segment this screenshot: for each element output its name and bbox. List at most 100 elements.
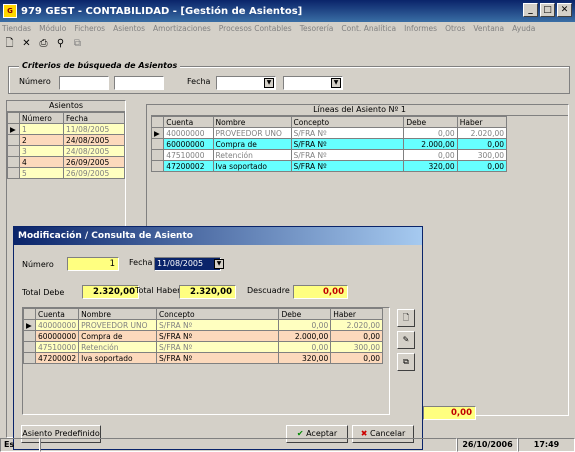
table-row[interactable]: 60000000 Compra de S/FRA Nº 2.000,00 0,00	[23, 330, 383, 342]
column-header-concepto[interactable]: Concepto	[156, 308, 280, 320]
column-header-haber[interactable]: Haber	[330, 308, 383, 320]
total-haber-label: Total Haber	[135, 286, 181, 295]
fecha-to-input[interactable]: ▼	[283, 76, 343, 90]
column-header-debe[interactable]: Debe	[403, 116, 458, 128]
column-header-fecha[interactable]: Fecha	[63, 112, 125, 124]
dialog-grid: Cuenta Nombre Concepto Debe Haber ▶ 40000…	[22, 307, 390, 415]
dialog-numero-input[interactable]: 1	[67, 257, 119, 271]
copy-icon[interactable]: ⧉	[70, 37, 85, 51]
menu-item-6[interactable]: Tesorería	[300, 24, 334, 33]
menu-item-8[interactable]: Informes	[404, 24, 437, 33]
cell-debe: 0,00	[278, 341, 332, 353]
numero-from-input[interactable]	[59, 76, 109, 90]
column-header-debe[interactable]: Debe	[278, 308, 332, 320]
new-document-icon[interactable]: 🗋	[2, 37, 17, 51]
status-time: 17:49	[518, 438, 575, 452]
cell-nombre: Retención	[78, 341, 158, 353]
maximize-button[interactable]: □	[540, 3, 555, 17]
descuadre-label: Descuadre	[247, 286, 290, 295]
column-header-numero[interactable]: Número	[19, 112, 64, 124]
cell-concepto: S/FRA Nº	[290, 138, 405, 150]
table-row[interactable]: 60000000 Compra de S/FRA Nº 2.000,00 0,00	[150, 138, 508, 150]
cell-concepto: S/FRA Nº	[156, 352, 280, 364]
cell-concepto: S/FRA Nº	[156, 319, 280, 331]
menu-item-4[interactable]: Amortizaciones	[153, 24, 211, 33]
table-row[interactable]: 4 26/09/2005	[7, 156, 125, 168]
edit-line-icon[interactable]: ✎	[397, 331, 415, 349]
menu-item-10[interactable]: Ventana	[473, 24, 504, 33]
table-row[interactable]: ▶ 40000000 PROVEEDOR UNO S/FRA Nº 0,00 2.020,…	[23, 319, 383, 331]
cell-nombre: PROVEEDOR UNO	[212, 127, 292, 139]
binoculars-icon[interactable]: ⚲	[53, 37, 68, 51]
menu-item-3[interactable]: Asientos	[113, 24, 145, 33]
asientos-title: Asientos	[7, 101, 125, 112]
dialog-fecha-input[interactable]: 11/08/2005	[154, 257, 221, 271]
numero-to-input[interactable]	[114, 76, 164, 90]
cell-haber: 300,00	[330, 341, 383, 353]
cell-numero: 2	[19, 134, 64, 146]
menu-item-9[interactable]: Otros	[445, 24, 465, 33]
toolbar: 🗋 ✕ ⎙ ⚲ ⧉	[0, 36, 575, 52]
numero-label: Número	[19, 77, 51, 86]
print-icon[interactable]: ⎙	[36, 37, 51, 51]
menu-item-1[interactable]: Módulo	[39, 24, 66, 33]
menu-item-11[interactable]: Ayuda	[512, 24, 535, 33]
total-debe-label: Total Debe	[22, 288, 65, 297]
cross-icon: ✖	[360, 429, 370, 438]
cell-nombre: Compra de	[212, 138, 292, 150]
cell-concepto: S/FRA Nº	[290, 149, 405, 161]
cell-numero: 3	[19, 145, 64, 157]
column-header-cuenta[interactable]: Cuenta	[163, 116, 214, 128]
menu-item-2[interactable]: Ficheros	[74, 24, 105, 33]
table-row[interactable]: ▶ 40000000 PROVEEDOR UNO S/FRA Nº 0,00 2.020,…	[150, 127, 508, 139]
table-row[interactable]: 47200002 Iva soportado S/FRA Nº 320,00 0,00	[23, 352, 383, 364]
chevron-down-icon[interactable]: ▼	[214, 259, 224, 269]
cell-debe: 2.000,00	[403, 138, 458, 150]
cell-debe: 320,00	[403, 160, 458, 172]
close-button[interactable]: ✕	[557, 3, 572, 17]
column-header-nombre[interactable]: Nombre	[78, 308, 158, 320]
cell-fecha: 24/08/2005	[63, 134, 125, 146]
cell-debe: 0,00	[403, 149, 458, 161]
cell-concepto: S/FRA Nº	[156, 341, 280, 353]
lineas-title: Líneas del Asiento Nº 1	[151, 105, 568, 116]
cell-cuenta: 47510000	[163, 149, 214, 161]
table-row[interactable]: ▶ 1 11/08/2005	[7, 123, 125, 135]
menu-item-5[interactable]: Procesos Contables	[219, 24, 292, 33]
table-row[interactable]: 47510000 Retención S/FRA Nº 0,00 300,00	[150, 149, 508, 161]
cell-nombre: Iva soportado	[78, 352, 158, 364]
cell-concepto: S/FRA Nº	[290, 127, 405, 139]
table-row[interactable]: 3 24/08/2005	[7, 145, 125, 157]
column-header-nombre[interactable]: Nombre	[212, 116, 292, 128]
cell-cuenta: 60000000	[163, 138, 214, 150]
copy-line-icon[interactable]: ⧉	[397, 353, 415, 371]
column-header-haber[interactable]: Haber	[456, 116, 508, 128]
app-icon: G	[3, 4, 17, 18]
table-row[interactable]: 5 26/09/2005	[7, 167, 125, 179]
menu-item-7[interactable]: Cont. Analítica	[341, 24, 396, 33]
cell-cuenta: 47200002	[34, 352, 80, 364]
menu-bar: Tiendas Módulo Ficheros Asientos Amortizacio…	[0, 22, 575, 35]
menu-item-0[interactable]: Tiendas	[2, 24, 31, 33]
cell-cuenta: 60000000	[34, 330, 80, 342]
table-row[interactable]: 2 24/08/2005	[7, 134, 125, 146]
chevron-down-icon[interactable]: ▼	[331, 78, 341, 88]
fecha-from-input[interactable]: ▼	[216, 76, 276, 90]
cell-haber: 2.020,00	[330, 319, 383, 331]
table-row[interactable]: 47200002 Iva soportado S/FRA Nº 320,00 0,00	[150, 160, 508, 172]
minimize-button[interactable]: _	[523, 3, 538, 17]
cell-concepto: S/FRA Nº	[290, 160, 405, 172]
cell-concepto: S/FRA Nº	[156, 330, 280, 342]
column-header-concepto[interactable]: Concepto	[290, 116, 405, 128]
cell-fecha: 11/08/2005	[63, 123, 125, 135]
new-line-icon[interactable]: 🗋	[397, 309, 415, 327]
chevron-down-icon[interactable]: ▼	[264, 78, 274, 88]
column-header-cuenta[interactable]: Cuenta	[34, 308, 80, 320]
table-row[interactable]: 47510000 Retención S/FRA Nº 0,00 300,00	[23, 341, 383, 353]
delete-icon[interactable]: ✕	[19, 37, 34, 51]
aceptar-label: Aceptar	[306, 429, 338, 438]
status-date: 26/10/2006	[457, 438, 518, 452]
cell-haber: 300,00	[456, 149, 508, 161]
cell-numero: 4	[19, 156, 64, 168]
dialog-numero-label: Número	[22, 260, 54, 269]
